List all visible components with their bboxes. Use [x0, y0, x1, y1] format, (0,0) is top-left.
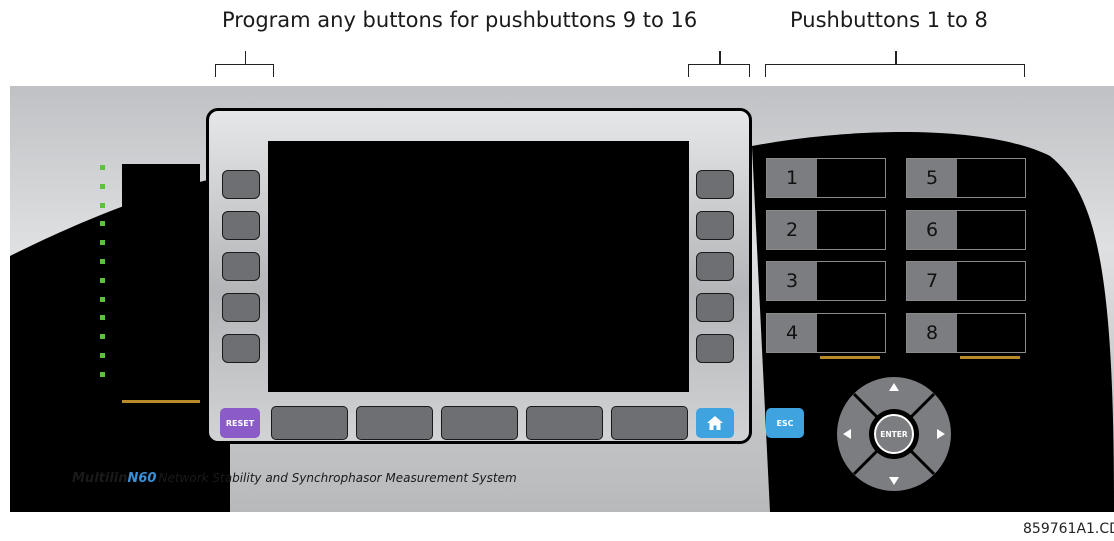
status-display-window [122, 164, 200, 403]
pushbutton-1[interactable]: 1 [766, 158, 886, 198]
pushbutton-8[interactable]: 8 [906, 313, 1026, 353]
function-key-1[interactable] [271, 406, 348, 440]
pushbutton-number: 1 [767, 159, 817, 197]
home-button[interactable] [696, 408, 734, 438]
softkey-right-1[interactable] [696, 170, 734, 199]
function-key-5[interactable] [611, 406, 688, 440]
status-led [100, 277, 105, 283]
softkey-left-2[interactable] [222, 211, 260, 240]
reset-button[interactable]: RESET [220, 408, 260, 438]
pushbutton-5[interactable]: 5 [906, 158, 1026, 198]
softkey-left-3[interactable] [222, 252, 260, 281]
softkey-right-4[interactable] [696, 293, 734, 322]
pushbutton-group-accent-right [960, 356, 1020, 359]
status-led [100, 165, 105, 170]
softkey-right-2[interactable] [696, 211, 734, 240]
function-key-2[interactable] [356, 406, 433, 440]
esc-button[interactable]: ESC [766, 408, 804, 438]
status-led [100, 259, 105, 264]
pushbutton-6[interactable]: 6 [906, 210, 1026, 250]
pushbutton-number: 6 [907, 211, 957, 249]
bracket-right-softkeys [688, 51, 750, 77]
bracket-pushbuttons [765, 51, 1025, 77]
softkey-right-3[interactable] [696, 252, 734, 281]
status-led [100, 240, 105, 246]
lcd-screen [268, 141, 689, 392]
pushbutton-group-accent-left [820, 356, 880, 359]
pushbutton-number: 7 [907, 262, 957, 300]
home-icon [707, 416, 723, 430]
pushbutton-number: 4 [767, 314, 817, 352]
status-led [100, 221, 105, 227]
status-led [100, 296, 105, 302]
product-line: Network Stability and Synchrophasor Meas… [158, 471, 517, 485]
softkey-left-4[interactable] [222, 293, 260, 322]
pushbutton-number: 8 [907, 314, 957, 352]
function-key-3[interactable] [441, 406, 518, 440]
navigation-pad: ENTER [833, 373, 955, 495]
pushbutton-2[interactable]: 2 [766, 210, 886, 250]
softkey-left-1[interactable] [222, 170, 260, 199]
pushbutton-7[interactable]: 7 [906, 261, 1026, 301]
status-led [100, 371, 105, 377]
model-name: N60 [127, 471, 157, 486]
function-key-4[interactable] [526, 406, 603, 440]
pushbutton-number: 2 [767, 211, 817, 249]
status-led [100, 183, 105, 189]
product-branding: MultilinN60 Network Stability and Synchro… [72, 471, 517, 486]
enter-button[interactable]: ENTER [880, 430, 908, 439]
status-led [100, 315, 105, 321]
status-led [100, 334, 105, 340]
status-led [100, 202, 105, 208]
pushbutton-3[interactable]: 3 [766, 261, 886, 301]
bracket-left-softkeys [215, 51, 274, 77]
softkey-right-5[interactable] [696, 334, 734, 363]
status-led [100, 353, 105, 358]
pushbutton-4[interactable]: 4 [766, 313, 886, 353]
callout-pushbuttons: Pushbuttons 1 to 8 [790, 8, 988, 32]
pushbutton-number: 3 [767, 262, 817, 300]
front-panel: RESET ESC 1 2 3 4 5 6 7 8 ENTER Multilin… [10, 86, 1114, 512]
figure-id: 859761A1.CDR [1023, 521, 1114, 537]
softkey-left-5[interactable] [222, 334, 260, 363]
pushbutton-number: 5 [907, 159, 957, 197]
callout-programmable-buttons: Program any buttons for pushbuttons 9 to… [222, 8, 698, 32]
brand-name: Multilin [72, 471, 128, 486]
